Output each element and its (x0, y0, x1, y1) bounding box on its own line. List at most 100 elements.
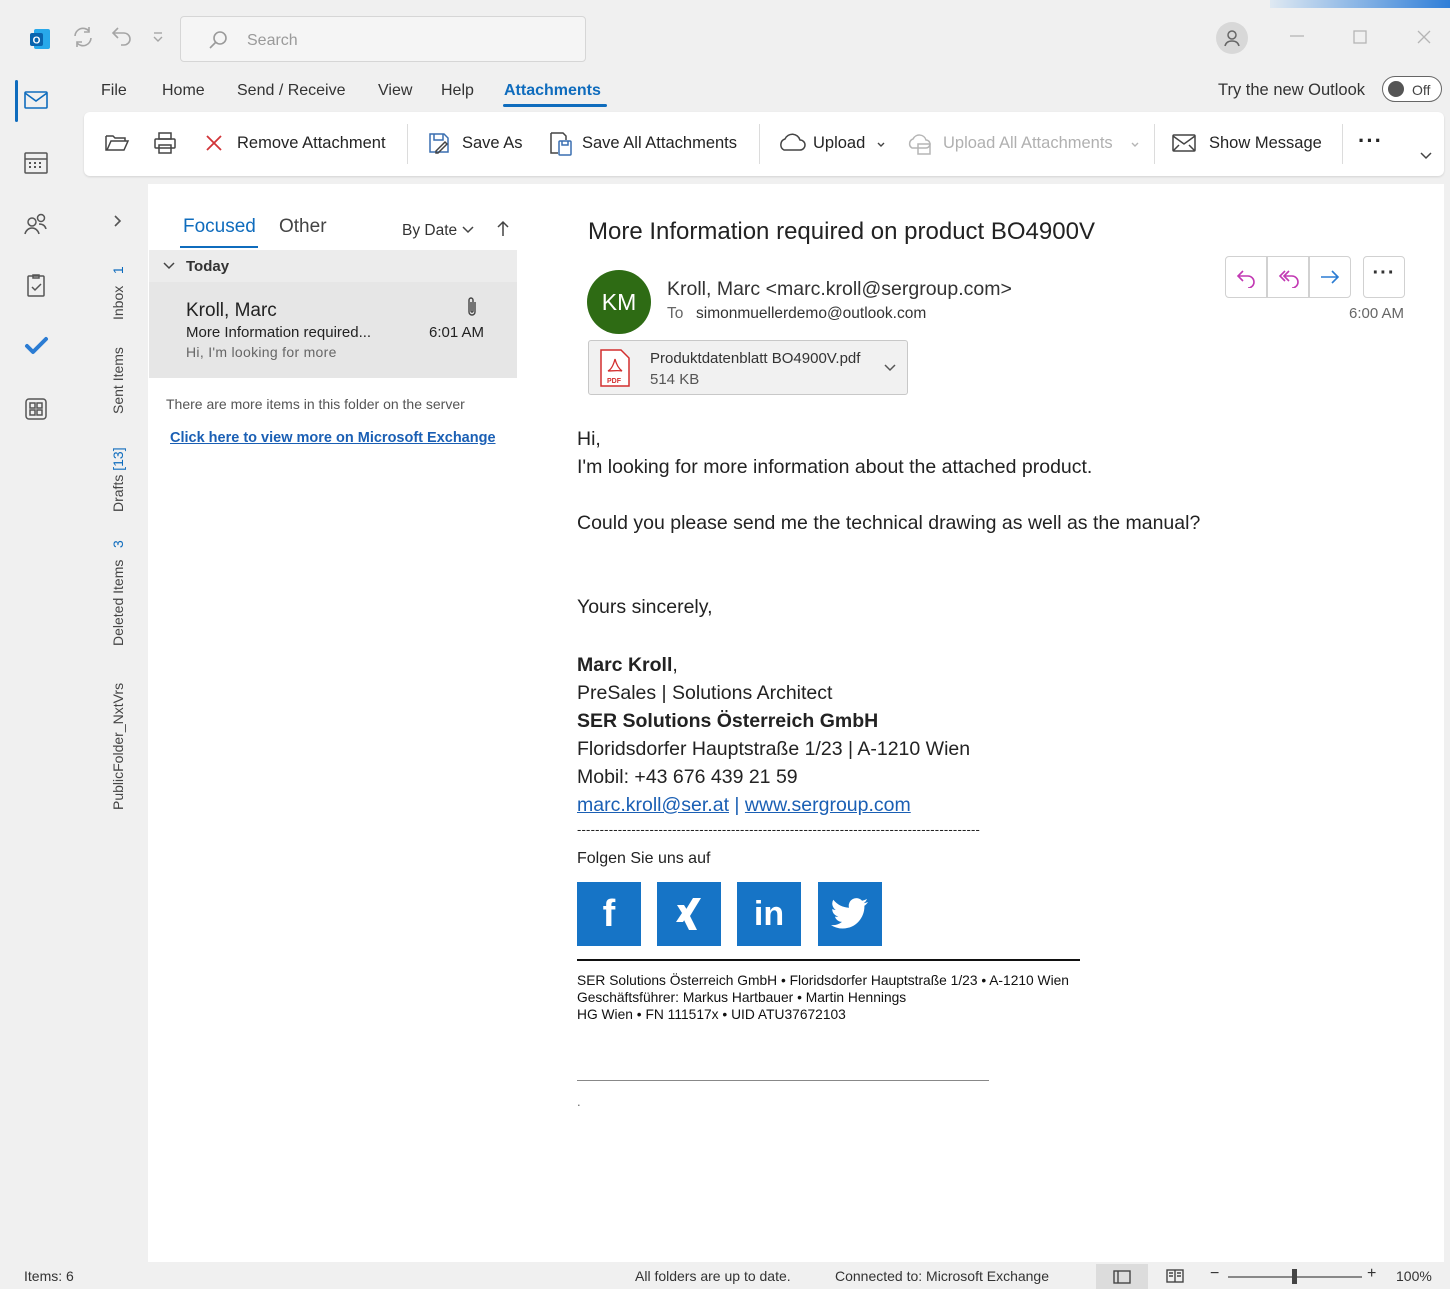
signature-company: SER Solutions Österreich GmbH (577, 710, 879, 732)
facebook-icon: f (602, 892, 616, 935)
avatar[interactable]: KM (587, 270, 651, 334)
signature-web-link[interactable]: www.sergroup.com (745, 794, 911, 816)
menu-home[interactable]: Home (162, 82, 205, 100)
signature-name: Marc Kroll (577, 654, 673, 676)
folder-public-label: PublicFolder_NxtVrs (110, 682, 126, 810)
folder-inbox[interactable]: Inbox 1 (110, 266, 126, 320)
email-to[interactable]: simonmuellerdemo@outlook.com (696, 305, 926, 323)
tab-focused-underline (180, 246, 258, 248)
zoom-in-button[interactable]: + (1367, 1265, 1376, 1283)
email-from[interactable]: Kroll, Marc <marc.kroll@sergroup.com> (667, 278, 1012, 301)
attachment-name: Produktdatenblatt BO4900V.pdf (650, 350, 861, 367)
quick-access-dropdown-icon[interactable] (152, 30, 164, 49)
to-label: To (667, 305, 684, 322)
upload-button[interactable]: Upload (774, 112, 889, 176)
people-icon[interactable] (22, 210, 50, 243)
print-icon[interactable] (152, 130, 178, 161)
group-header-today[interactable]: Today (149, 250, 517, 282)
forward-button[interactable] (1309, 256, 1351, 298)
save-as-button[interactable]: Save As (424, 112, 529, 176)
pdf-icon: PDF (600, 349, 630, 387)
linkedin-icon: in (753, 894, 785, 933)
minimize-button[interactable] (1288, 26, 1306, 49)
sort-direction-icon[interactable] (496, 220, 510, 238)
signature-name-comma: , (672, 654, 678, 676)
open-folder-icon[interactable] (104, 131, 130, 160)
footer-line-2: Geschäftsführer: Markus Hartbauer • Mart… (577, 990, 907, 1005)
signature-role: PreSales | Solutions Architect (577, 682, 833, 704)
rail-selection-indicator (15, 80, 18, 122)
message-list: Focused Other By Date Today Kroll, Marc … (148, 184, 556, 1262)
reply-icon (1236, 270, 1255, 288)
linkedin-link[interactable]: in (737, 882, 801, 946)
zoom-slider[interactable] (1228, 1269, 1362, 1284)
signature-email-link[interactable]: marc.kroll@ser.at (577, 794, 729, 816)
expand-folder-pane-icon[interactable] (112, 214, 122, 228)
todo-icon[interactable] (22, 334, 50, 363)
menu-attachments[interactable]: Attachments (504, 82, 601, 100)
view-more-exchange-link[interactable]: Click here to view more on Microsoft Exc… (170, 430, 496, 446)
apps-icon[interactable] (22, 396, 50, 427)
folder-deleted-items[interactable]: Deleted Items 3 (110, 540, 126, 646)
search-icon (209, 31, 227, 49)
reply-button[interactable] (1225, 256, 1267, 298)
zoom-level[interactable]: 100% (1396, 1268, 1432, 1284)
save-all-label: Save All Attachments (582, 134, 738, 152)
save-as-label: Save As (462, 134, 523, 152)
sort-by-date[interactable]: By Date (402, 222, 457, 240)
body-closing: Yours sincerely, (577, 596, 713, 618)
normal-view-button[interactable] (1096, 1264, 1148, 1289)
menu-help[interactable]: Help (441, 82, 474, 100)
menu-view[interactable]: View (378, 82, 412, 100)
new-outlook-toggle[interactable]: Off (1382, 76, 1442, 102)
more-options-button[interactable]: ··· (1358, 128, 1383, 154)
ribbon-separator (1154, 124, 1155, 164)
folder-public[interactable]: PublicFolder_NxtVrs (110, 683, 126, 810)
mail-icon[interactable] (22, 88, 50, 117)
menu-send-receive[interactable]: Send / Receive (237, 82, 346, 100)
zoom-out-button[interactable]: − (1210, 1265, 1219, 1283)
maximize-button[interactable] (1352, 29, 1368, 50)
tab-focused[interactable]: Focused (183, 216, 256, 238)
folder-sent-items[interactable]: Sent Items (110, 347, 126, 414)
save-all-attachments-button[interactable]: Save All Attachments (546, 112, 751, 176)
reply-all-button[interactable] (1267, 256, 1309, 298)
more-actions-button[interactable]: ··· (1363, 256, 1405, 298)
outlook-logo-icon: O (28, 27, 52, 51)
bottom-divider (577, 1080, 989, 1081)
email-subject: More Information required on product BO4… (588, 218, 1095, 245)
search-input[interactable]: Search (247, 32, 298, 50)
xing-icon (676, 898, 701, 930)
chevron-down-icon[interactable] (461, 225, 475, 235)
attachment-card[interactable]: PDF Produktdatenblatt BO4900V.pdf 514 KB (588, 340, 908, 395)
tab-other[interactable]: Other (279, 216, 327, 238)
status-sync: All folders are up to date. (635, 1268, 791, 1284)
show-message-button[interactable]: Show Message (1170, 112, 1340, 176)
remove-attachment-label: Remove Attachment (237, 134, 386, 152)
twitter-icon (831, 898, 868, 929)
search-box[interactable]: Search (180, 16, 586, 62)
tasks-icon[interactable] (22, 272, 50, 305)
undo-icon[interactable] (110, 24, 134, 55)
calendar-icon[interactable] (22, 150, 50, 181)
twitter-link[interactable] (818, 882, 882, 946)
menu-file[interactable]: File (101, 82, 127, 100)
folder-drafts[interactable]: Drafts [13] (110, 447, 126, 512)
list-item[interactable]: Kroll, Marc More Information required...… (149, 282, 517, 378)
reading-view-icon[interactable] (1165, 1268, 1185, 1284)
remove-x-icon (206, 135, 222, 151)
active-tab-underline (503, 104, 607, 107)
facebook-link[interactable]: f (577, 882, 641, 946)
signature-link-separator: | (734, 794, 740, 816)
cloud-icon (780, 133, 806, 151)
chevron-down-icon[interactable] (883, 363, 897, 373)
show-message-label: Show Message (1209, 134, 1322, 152)
account-avatar-icon[interactable] (1216, 22, 1248, 54)
remove-attachment-button[interactable]: Remove Attachment (202, 112, 402, 176)
zoom-slider-thumb[interactable] (1292, 1269, 1297, 1284)
paperclip-icon (468, 297, 476, 316)
expand-ribbon-icon[interactable] (1419, 151, 1433, 161)
sync-icon[interactable] (70, 24, 96, 56)
close-window-button[interactable] (1416, 29, 1432, 50)
xing-link[interactable] (657, 882, 721, 946)
